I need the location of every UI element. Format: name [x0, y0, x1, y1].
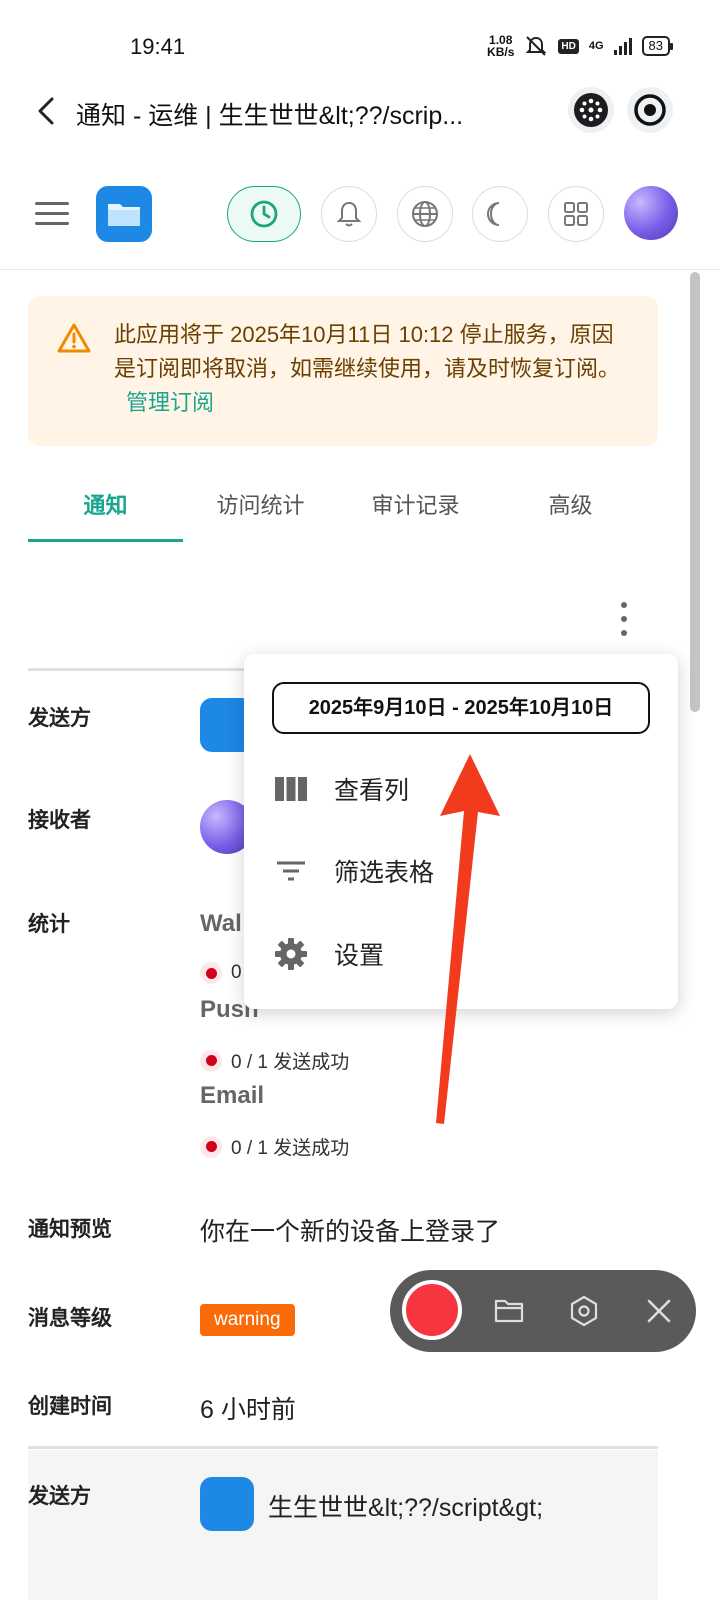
signal-icon [613, 37, 632, 55]
back-arrow-icon[interactable] [30, 94, 64, 128]
tab-advanced[interactable]: 高级 [493, 470, 648, 542]
channel-stat: 0 / 1 发送成功 [200, 1133, 349, 1160]
tab-access-stats[interactable]: 访问统计 [183, 470, 338, 542]
settings-hex-icon[interactable] [567, 1294, 601, 1328]
clock-icon [250, 200, 278, 228]
channel-name: Wal [200, 910, 242, 937]
columns-icon [274, 772, 308, 806]
title-bar: 通知 - 运维 | 生生世世&lt;??/scrip... [0, 80, 720, 150]
created-label: 创建时间 [28, 1395, 112, 1418]
folder-outline-icon[interactable] [492, 1294, 526, 1328]
close-target-button[interactable] [627, 87, 673, 133]
channel-name: Email [200, 1082, 265, 1109]
sender-name: 生生世世&lt;??/script&gt; [268, 1494, 544, 1522]
target-icon [634, 94, 666, 126]
channel-stat-text: 0 / 1 发送成功 [231, 1052, 350, 1073]
history-button[interactable] [227, 186, 301, 242]
subscription-alert: 此应用将于 2025年10月11日 10:12 停止服务，原因是订阅即将取消，如… [28, 296, 658, 446]
status-bar: 19:41 1.08 KB/s HD 4G 83 [0, 0, 720, 90]
date-range-picker[interactable]: 2025年9月10日 - 2025年10月10日 [272, 682, 650, 734]
tab-notifications[interactable]: 通知 [28, 470, 183, 542]
stats-label: 统计 [28, 913, 70, 936]
error-dot-icon [200, 1135, 222, 1158]
close-icon[interactable] [642, 1294, 676, 1328]
menu-item-settings[interactable]: 设置 [274, 929, 384, 979]
globe-icon [412, 201, 438, 227]
receiver-label: 接收者 [28, 809, 91, 832]
tab-audit-log[interactable]: 审计记录 [338, 470, 493, 542]
network-speed: 1.08 KB/s [487, 34, 514, 58]
sender-app-icon [200, 1477, 254, 1531]
screen-recorder-toolbar [390, 1270, 696, 1352]
moon-icon [487, 202, 500, 226]
sender-label: 发送方 [28, 1485, 91, 1508]
annotation-arrow-icon [436, 754, 500, 1124]
scrollbar[interactable] [690, 272, 700, 712]
grid-icon [564, 202, 588, 226]
gear-icon [274, 937, 308, 971]
notifications-button[interactable] [321, 186, 377, 242]
sender-label: 发送方 [28, 707, 91, 730]
apps-button[interactable] [548, 186, 604, 242]
next-row-background [28, 1450, 658, 1600]
level-badge: warning [200, 1304, 295, 1336]
app-header [0, 180, 720, 270]
battery-icon: 83 [641, 36, 674, 56]
menu-item-label: 查看列 [334, 777, 410, 805]
dots-grid-icon [574, 93, 608, 127]
dark-mode-button[interactable] [472, 186, 528, 242]
alert-message: 此应用将于 2025年10月11日 10:12 停止服务，原因是订阅即将取消，如… [114, 318, 634, 420]
language-button[interactable] [397, 186, 453, 242]
channel-stat: 0 [200, 962, 242, 984]
created-value: 6 小时前 [200, 1396, 296, 1424]
preview-value: 你在一个新的设备上登录了 [200, 1218, 501, 1246]
alert-text: 此应用将于 2025年10月11日 10:12 停止服务，原因是订阅即将取消，如… [114, 322, 621, 381]
page-title: 通知 - 运维 | 生生世世&lt;??/scrip... [76, 102, 464, 130]
channel-stat: 0 / 1 发送成功 [200, 1047, 349, 1074]
record-button[interactable] [402, 1280, 462, 1340]
mini-program-button[interactable] [568, 87, 614, 133]
status-time: 19:41 [130, 34, 186, 59]
app-logo[interactable] [96, 186, 152, 242]
folder-icon [108, 204, 140, 226]
divider [28, 1446, 658, 1449]
manage-subscription-link[interactable]: 管理订阅 [126, 390, 214, 415]
channel-stat-text: 0 [231, 962, 242, 983]
tab-bar: 通知 访问统计 审计记录 高级 [28, 470, 648, 542]
menu-item-columns[interactable]: 查看列 [274, 764, 409, 814]
channel-stat-text: 0 / 1 发送成功 [231, 1138, 350, 1159]
more-options-icon[interactable] [612, 602, 636, 636]
user-avatar[interactable] [624, 186, 678, 240]
hd-badge: HD [558, 38, 579, 54]
menu-item-label: 设置 [334, 942, 385, 970]
error-dot-icon [200, 1049, 222, 1072]
network-type: 4G [588, 40, 604, 52]
warning-icon [57, 323, 91, 353]
network-speed-unit: KB/s [487, 45, 515, 59]
preview-label: 通知预览 [28, 1218, 112, 1241]
error-dot-icon [200, 962, 222, 984]
menu-icon[interactable] [35, 202, 69, 228]
status-icons: 1.08 KB/s HD 4G 83 [487, 34, 674, 58]
filter-icon [274, 854, 308, 888]
bell-icon [336, 201, 362, 227]
mute-icon [525, 36, 547, 56]
level-label: 消息等级 [28, 1307, 112, 1330]
